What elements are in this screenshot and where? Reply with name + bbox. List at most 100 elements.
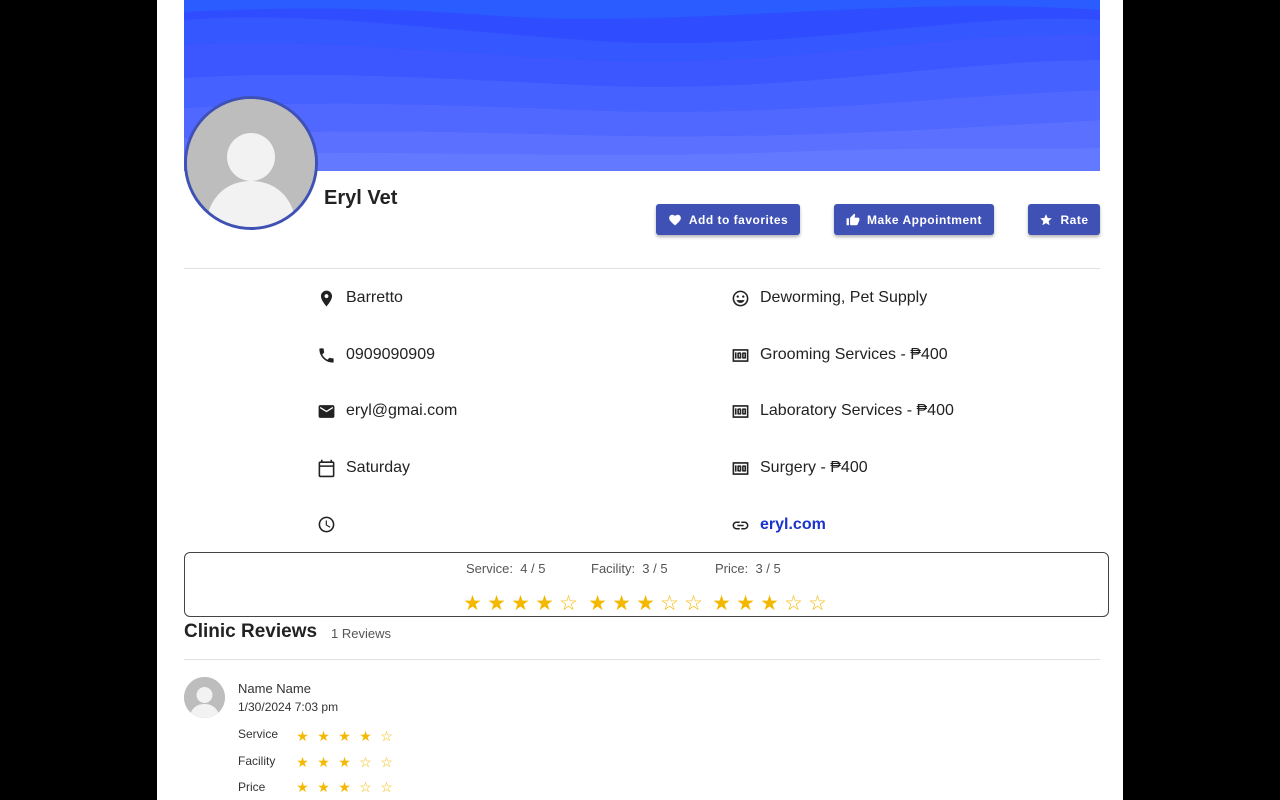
profile-divider [184, 268, 1100, 269]
star-empty-icon: ☆ [684, 592, 703, 615]
phone-text: 0909090909 [346, 346, 435, 363]
star-empty-icon: ☆ [359, 754, 372, 770]
money-icon [730, 458, 750, 478]
star-filled-icon: ★ [296, 754, 309, 770]
star-filled-icon: ★ [760, 592, 779, 615]
services-text: Deworming, Pet Supply [760, 289, 928, 306]
star-empty-icon: ☆ [808, 592, 827, 615]
star-filled-icon: ★ [317, 754, 330, 770]
surgery-price-row: Surgery - ₱400 [730, 458, 868, 478]
star-empty-icon: ☆ [784, 592, 803, 615]
star-filled-icon: ★ [338, 779, 351, 795]
user-placeholder-icon [184, 677, 225, 718]
grooming-price-text: Grooming Services - ₱400 [760, 346, 948, 363]
facility-summary-label: Facility: [591, 561, 636, 576]
user-placeholder-icon [187, 99, 315, 227]
reviewer-name: Name Name [238, 681, 311, 696]
star-empty-icon: ☆ [359, 779, 372, 795]
clinic-name: Eryl Vet [324, 187, 398, 209]
add-to-favorites-label: Add to favorites [688, 212, 789, 227]
star-empty-icon: ☆ [380, 779, 393, 795]
hours-row [316, 514, 346, 534]
review-facility-label: Facility [238, 754, 276, 768]
star-empty-icon: ☆ [380, 754, 393, 770]
make-appointment-button[interactable]: Make Appointment [834, 204, 994, 235]
clock-icon [316, 514, 336, 534]
review-price-stars: ★ ★ ★ ☆ ☆ [293, 780, 396, 794]
review-date: 1/30/2024 7:03 pm [238, 700, 339, 714]
make-appointment-label: Make Appointment [867, 212, 982, 227]
price-summary-value: 3 / 5 [755, 561, 781, 576]
facility-summary: Facility: 3 / 5 [591, 561, 668, 576]
link-icon [730, 515, 750, 535]
reviews-title: Clinic Reviews [184, 621, 318, 642]
grooming-price-row: Grooming Services - ₱400 [730, 345, 948, 365]
star-filled-icon: ★ [359, 728, 372, 744]
star-filled-icon: ★ [463, 592, 482, 615]
schedule-row: Saturday [316, 458, 410, 478]
star-filled-icon: ★ [511, 592, 530, 615]
price-summary: Price: 3 / 5 [715, 561, 781, 576]
wave-pattern [184, 0, 1100, 171]
location-pin-icon [316, 288, 336, 308]
profile-banner [184, 0, 1100, 171]
star-empty-icon: ☆ [380, 728, 393, 744]
service-stars: ★ ★ ★ ★ ☆ [461, 593, 580, 615]
star-filled-icon: ★ [487, 592, 506, 615]
money-icon [730, 345, 750, 365]
phone-row: 0909090909 [316, 345, 435, 365]
service-summary: Service: 4 / 5 [466, 561, 546, 576]
star-filled-icon: ★ [338, 754, 351, 770]
star-filled-icon: ★ [296, 779, 309, 795]
rating-summary: Service: 4 / 5 Facility: 3 / 5 Price: 3 … [184, 552, 1109, 617]
clinic-avatar [184, 96, 318, 230]
phone-icon [316, 345, 336, 365]
schedule-text: Saturday [346, 459, 411, 476]
star-filled-icon: ★ [736, 592, 755, 615]
calendar-icon [316, 458, 336, 478]
address-text: Barretto [346, 289, 403, 306]
facility-summary-value: 3 / 5 [642, 561, 668, 576]
review-service-stars: ★ ★ ★ ★ ☆ [293, 729, 396, 743]
website-link[interactable]: eryl.com [760, 516, 826, 534]
laboratory-price-row: Laboratory Services - ₱400 [730, 401, 954, 421]
email-row: eryl@gmai.com [316, 401, 457, 421]
money-icon [730, 401, 750, 421]
review-price-label: Price [238, 780, 266, 794]
thumb-up-icon [846, 213, 860, 225]
services-row: Deworming, Pet Supply [730, 288, 927, 308]
star-filled-icon: ★ [612, 592, 631, 615]
star-filled-icon: ★ [712, 592, 731, 615]
price-summary-label: Price: [715, 561, 749, 576]
star-empty-icon: ☆ [660, 592, 679, 615]
address-row: Barretto [316, 288, 403, 308]
email-text: eryl@gmai.com [346, 402, 458, 419]
star-filled-icon: ★ [296, 728, 309, 744]
rate-label: Rate [1060, 212, 1089, 227]
rate-button[interactable]: Rate [1028, 204, 1100, 235]
star-filled-icon: ★ [317, 779, 330, 795]
star-filled-icon: ★ [588, 592, 607, 615]
facility-stars: ★ ★ ★ ☆ ☆ [586, 593, 705, 615]
star-filled-icon: ★ [338, 728, 351, 744]
star-filled-icon: ★ [317, 728, 330, 744]
reviews-divider [184, 659, 1100, 660]
reviewer-avatar [184, 677, 225, 718]
star-empty-icon: ☆ [559, 592, 578, 615]
service-summary-label: Service: [466, 561, 513, 576]
heart-icon [668, 214, 681, 225]
email-icon [316, 401, 336, 421]
laboratory-price-text: Laboratory Services - ₱400 [760, 402, 954, 419]
star-icon [1040, 213, 1053, 225]
website-row: eryl.com [730, 515, 826, 535]
smiley-icon [730, 288, 750, 308]
add-to-favorites-button[interactable]: Add to favorites [656, 204, 800, 235]
star-filled-icon: ★ [636, 592, 655, 615]
star-filled-icon: ★ [535, 592, 554, 615]
review-service-label: Service [238, 727, 279, 741]
reviews-count: 1 Reviews [331, 626, 391, 641]
clinic-profile-page: Eryl Vet Add to favorites Make Appointme… [157, 0, 1123, 800]
service-summary-value: 4 / 5 [520, 561, 546, 576]
surgery-price-text: Surgery - ₱400 [760, 459, 868, 476]
review-facility-stars: ★ ★ ★ ☆ ☆ [293, 755, 396, 769]
